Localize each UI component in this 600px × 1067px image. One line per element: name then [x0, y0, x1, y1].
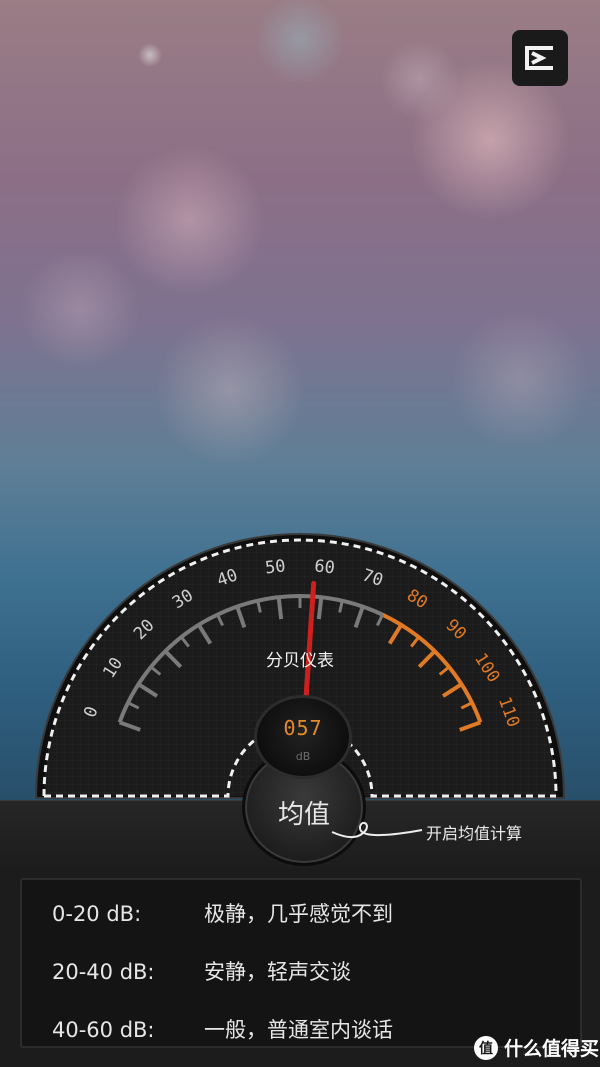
average-label: 均值	[277, 799, 330, 830]
scale-tick	[276, 596, 284, 620]
scale-label: 50	[264, 556, 287, 578]
level-range: 0-20 dB:	[52, 902, 142, 926]
scale-label: 60	[313, 556, 336, 578]
menu-icon	[525, 46, 553, 70]
level-desc: 极静，几乎感觉不到	[204, 902, 393, 926]
watermark-text: 什么值得买	[504, 1038, 600, 1060]
watermark-icon: 值	[474, 1035, 498, 1060]
readout-value: 057	[283, 716, 323, 740]
level-desc: 安静，轻声交谈	[204, 960, 351, 984]
level-row: 0-20 dB: 极静，几乎感觉不到	[52, 898, 393, 928]
level-desc: 一般，普通室内谈话	[204, 1018, 393, 1042]
readout-unit: dB	[295, 750, 311, 763]
watermark: 值 什么值得买	[474, 1034, 599, 1061]
level-row: 40-60 dB: 一般，普通室内谈话	[52, 1014, 393, 1044]
average-hint: 开启均值计算	[426, 824, 523, 843]
gauge-title: 分贝仪表	[266, 651, 334, 671]
level-range: 40-60 dB:	[52, 1018, 155, 1042]
menu-button[interactable]	[512, 30, 568, 86]
level-range: 20-40 dB:	[52, 960, 155, 984]
level-row: 20-40 dB: 安静，轻声交谈	[52, 956, 351, 986]
decibel-readout: 057 dB	[254, 695, 352, 779]
scale-tick	[316, 596, 324, 620]
noise-level-table: 0-20 dB: 极静，几乎感觉不到 20-40 dB: 安静，轻声交谈 40-60…	[20, 878, 582, 1048]
hint-curl-arrow	[331, 822, 423, 838]
